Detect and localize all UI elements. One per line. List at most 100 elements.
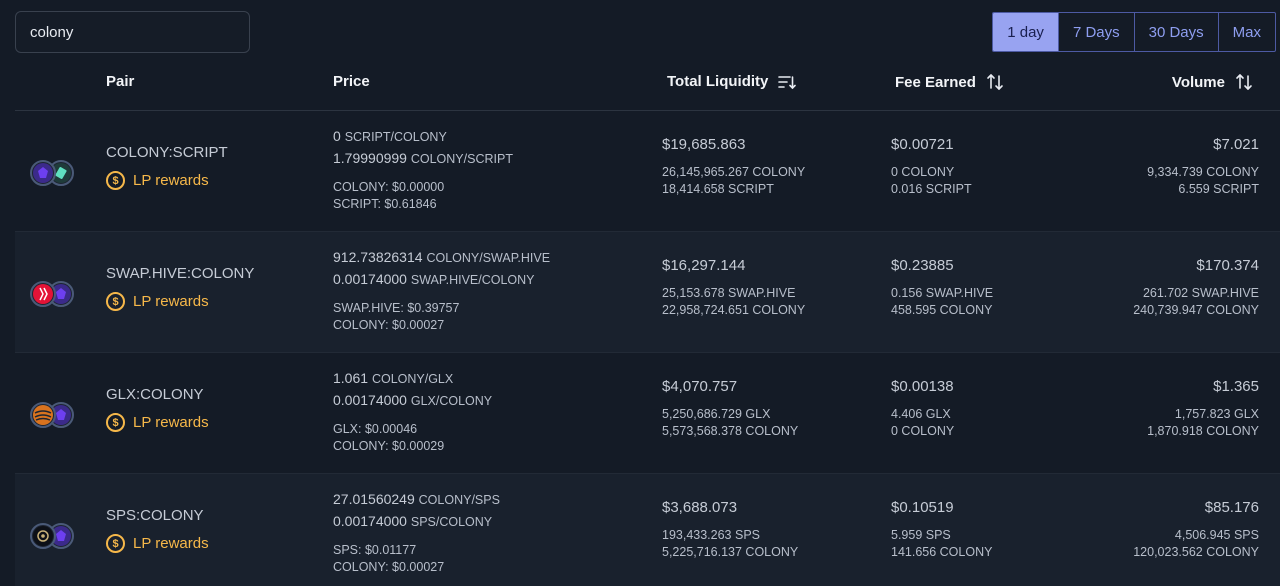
header-liquidity[interactable]: Total Liquidity <box>667 73 797 90</box>
sort-descending-icon[interactable] <box>778 74 797 90</box>
lp-rewards-label: LP rewards <box>133 172 209 189</box>
volume-amount: 240,739.947 COLONY <box>1133 303 1259 317</box>
price-unit: GLX/COLONY <box>410 394 493 408</box>
usd-price: SWAP.HIVE: $0.39757 <box>333 301 460 315</box>
liquidity-amount: 5,250,686.729 GLX <box>662 407 771 421</box>
fee-cell: $0.23885 0.156 SWAP.HIVE 458.595 COLONY <box>891 256 993 319</box>
fee-cell: $0.00721 0 COLONY 0.016 SCRIPT <box>891 135 972 198</box>
volume-value: $1.365 <box>1213 378 1259 395</box>
price-unit: COLONY/SWAP.HIVE <box>426 251 551 265</box>
price-value: 27.01560249 <box>333 491 415 507</box>
pair-icons <box>30 160 76 186</box>
header-fee[interactable]: Fee Earned <box>895 73 1004 91</box>
liquidity-amount: 25,153.678 SWAP.HIVE <box>662 286 796 300</box>
pair-name[interactable]: GLX:COLONY <box>106 386 204 403</box>
liquidity-cell: $3,688.073 193,433.263 SPS 5,225,716.137… <box>662 498 798 561</box>
lp-rewards-label: LP rewards <box>133 535 209 552</box>
price-cell: 912.73826314 COLONY/SWAP.HIVE 0.00174000… <box>333 247 550 334</box>
dollar-coin-icon: $ <box>106 171 125 190</box>
liquidity-amount: 18,414.658 SCRIPT <box>662 182 774 196</box>
fee-amount: 0 COLONY <box>891 424 955 438</box>
fee-amount: 0 COLONY <box>891 165 955 179</box>
price-value: 1.79990999 <box>333 150 407 166</box>
pair-icons <box>30 281 76 307</box>
table-row[interactable]: SPS:COLONY $ LP rewards 27.01560249 COLON… <box>15 474 1280 586</box>
sps-token-icon <box>30 523 56 549</box>
fee-amount: 0.156 SWAP.HIVE <box>891 286 994 300</box>
liquidity-cell: $4,070.757 5,250,686.729 GLX 5,573,568.3… <box>662 377 798 440</box>
volume-cell: $7.021 9,334.739 COLONY 6.559 SCRIPT <box>1147 135 1259 198</box>
price-unit: COLONY/SCRIPT <box>410 152 513 166</box>
price-unit: SWAP.HIVE/COLONY <box>410 273 535 287</box>
period-selector: 1 day 7 Days 30 Days Max <box>992 12 1276 52</box>
table-row[interactable]: COLONY:SCRIPT $ LP rewards 0 SCRIPT/COLON… <box>15 111 1280 232</box>
pair-name[interactable]: SPS:COLONY <box>106 507 204 524</box>
price-value: 912.73826314 <box>333 249 423 265</box>
pair-icons <box>30 523 76 549</box>
sort-arrows-icon[interactable] <box>1235 73 1253 91</box>
liquidity-value: $19,685.863 <box>662 136 746 153</box>
dollar-coin-icon: $ <box>106 534 125 553</box>
liquidity-amount: 193,433.263 SPS <box>662 528 760 542</box>
usd-price: COLONY: $0.00027 <box>333 318 445 332</box>
price-cell: 1.061 COLONY/GLX 0.00174000 GLX/COLONY G… <box>333 368 492 455</box>
liquidity-value: $4,070.757 <box>662 378 738 395</box>
lp-rewards-label: LP rewards <box>133 293 209 310</box>
lp-rewards-label: LP rewards <box>133 414 209 431</box>
pair-icons <box>30 402 76 428</box>
header-volume-label: Volume <box>1171 73 1225 91</box>
volume-amount: 1,870.918 COLONY <box>1147 424 1259 438</box>
liquidity-cell: $16,297.144 25,153.678 SWAP.HIVE 22,958,… <box>662 256 805 319</box>
search-input[interactable] <box>15 11 250 53</box>
fee-value: $0.23885 <box>891 257 954 274</box>
header-price: Price <box>333 73 370 90</box>
period-7-days-button[interactable]: 7 Days <box>1057 13 1134 51</box>
volume-value: $85.176 <box>1204 499 1259 516</box>
lp-rewards-badge[interactable]: $ LP rewards <box>106 292 209 311</box>
price-value: 1.061 <box>333 370 369 386</box>
table-row[interactable]: SWAP.HIVE:COLONY $ LP rewards 912.7382631… <box>15 232 1280 353</box>
volume-amount: 120,023.562 COLONY <box>1133 545 1259 559</box>
usd-price: SCRIPT: $0.61846 <box>333 197 437 211</box>
liquidity-amount: 5,225,716.137 COLONY <box>662 545 799 559</box>
fee-amount: 4.406 GLX <box>891 407 951 421</box>
period-max-button[interactable]: Max <box>1217 13 1275 51</box>
table-row[interactable]: GLX:COLONY $ LP rewards 1.061 COLONY/GLX … <box>15 353 1280 474</box>
volume-value: $7.021 <box>1213 136 1259 153</box>
dollar-coin-icon: $ <box>106 292 125 311</box>
liquidity-amount: 26,145,965.267 COLONY <box>662 165 806 179</box>
price-cell: 27.01560249 COLONY/SPS 0.00174000 SPS/CO… <box>333 489 500 576</box>
volume-amount: 261.702 SWAP.HIVE <box>1142 286 1259 300</box>
header-pair-label: Pair <box>106 73 135 90</box>
price-unit: COLONY/SPS <box>418 493 500 507</box>
price-value: 0.00174000 <box>333 513 407 529</box>
period-1-day-button[interactable]: 1 day <box>993 13 1058 51</box>
fee-cell: $0.10519 5.959 SPS 141.656 COLONY <box>891 498 992 561</box>
volume-cell: $85.176 4,506.945 SPS 120,023.562 COLONY <box>1133 498 1259 561</box>
hive-token-icon <box>30 281 56 307</box>
pair-name[interactable]: COLONY:SCRIPT <box>106 144 228 161</box>
volume-value: $170.374 <box>1196 257 1259 274</box>
header-volume[interactable]: Volume <box>1172 73 1253 91</box>
pools-table: Pair Price Total Liquidity Fee Earned Vo… <box>15 58 1280 586</box>
period-30-days-button[interactable]: 30 Days <box>1133 13 1218 51</box>
pair-name[interactable]: SWAP.HIVE:COLONY <box>106 265 254 282</box>
lp-rewards-badge[interactable]: $ LP rewards <box>106 413 209 432</box>
price-unit: SCRIPT/COLONY <box>344 130 447 144</box>
liquidity-value: $3,688.073 <box>662 499 738 516</box>
header-pair: Pair <box>106 73 134 90</box>
volume-cell: $170.374 261.702 SWAP.HIVE 240,739.947 C… <box>1133 256 1259 319</box>
table-header: Pair Price Total Liquidity Fee Earned Vo… <box>15 58 1280 111</box>
volume-amount: 1,757.823 GLX <box>1174 407 1259 421</box>
dollar-coin-icon: $ <box>106 413 125 432</box>
fee-cell: $0.00138 4.406 GLX 0 COLONY <box>891 377 954 440</box>
header-fee-label: Fee Earned <box>895 73 976 91</box>
fee-amount: 5.959 SPS <box>891 528 951 542</box>
lp-rewards-badge[interactable]: $ LP rewards <box>106 534 209 553</box>
sort-arrows-icon[interactable] <box>986 73 1004 91</box>
colony-token-icon <box>30 160 56 186</box>
usd-price: GLX: $0.00046 <box>333 422 418 436</box>
lp-rewards-badge[interactable]: $ LP rewards <box>106 171 209 190</box>
liquidity-amount: 5,573,568.378 COLONY <box>662 424 799 438</box>
price-unit: SPS/COLONY <box>410 515 493 529</box>
